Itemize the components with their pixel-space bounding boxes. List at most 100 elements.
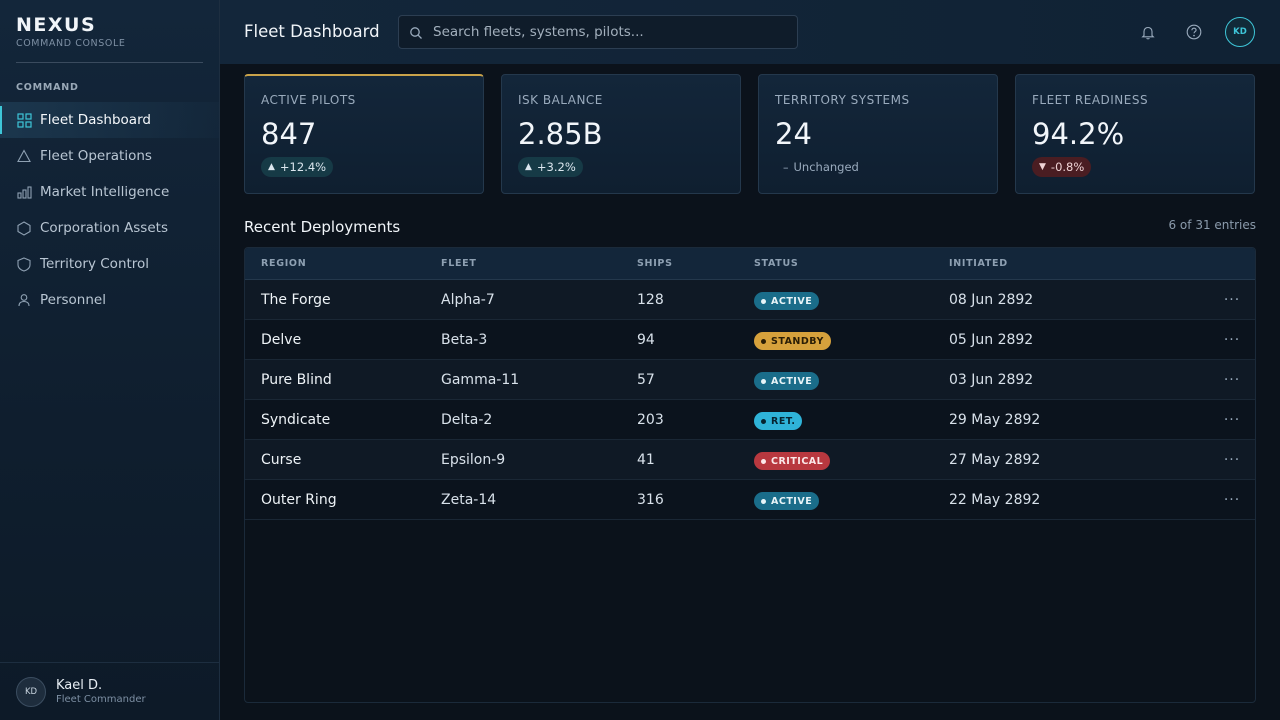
cell-fleet: Zeta-14 [441, 491, 497, 508]
cell-initiated: 05 Jun 2892 [949, 331, 1034, 348]
sidebar-item-fleet-dashboard[interactable]: Fleet Dashboard [0, 102, 219, 138]
cell-ships: 203 [637, 411, 664, 428]
stat-card-fleet-readiness: FLEET READINESS 94.2% ▼ -0.8% [1015, 74, 1255, 194]
status-badge: ACTIVE [754, 372, 820, 391]
table-row[interactable]: Curse Epsilon-9 41 CRITICAL 27 May 2892 … [245, 440, 1255, 480]
more-icon[interactable]: ··· [1209, 372, 1255, 388]
deployments-table: REGION FLEET SHIPS STATUS INITIATED The … [244, 247, 1256, 703]
table-row[interactable]: Delve Beta-3 94 STANDBY 05 Jun 2892 ··· [245, 320, 1255, 360]
stat-card-territory-systems: TERRITORY SYSTEMS 24 – Unchanged [758, 74, 998, 194]
more-icon[interactable]: ··· [1209, 452, 1255, 468]
stat-value: 94.2% [1032, 117, 1125, 151]
user-role: Fleet Commander [56, 694, 146, 705]
status-badge: CRITICAL [754, 452, 831, 471]
cell-status: STANDBY [754, 329, 949, 351]
more-icon[interactable]: ··· [1209, 292, 1255, 308]
user-profile[interactable]: KD Kael D. Fleet Commander [0, 662, 219, 720]
column-header-status[interactable]: STATUS [754, 258, 949, 269]
cell-ships: 128 [637, 291, 664, 308]
table-body: The Forge Alpha-7 128 ACTIVE 08 Jun 2892… [245, 280, 1255, 520]
cell-status: ACTIVE [754, 289, 949, 311]
bell-icon[interactable] [1138, 22, 1158, 42]
avatar: KD [16, 676, 46, 707]
stat-value: 24 [775, 117, 812, 151]
more-icon[interactable]: ··· [1209, 492, 1255, 508]
more-icon[interactable]: ··· [1209, 412, 1255, 428]
shield-icon [16, 256, 32, 272]
cell-status: ACTIVE [754, 489, 949, 511]
sidebar-item-market-intelligence[interactable]: Market Intelligence [0, 174, 219, 210]
cell-fleet: Alpha-7 [441, 291, 495, 308]
cell-region: Syndicate [261, 411, 331, 428]
cell-initiated: 29 May 2892 [949, 411, 1041, 428]
cell-ships: 316 [637, 491, 664, 508]
search-box[interactable] [398, 15, 798, 49]
nav-section-label: COMMAND [16, 82, 79, 93]
cell-fleet: Delta-2 [441, 411, 493, 428]
hexagon-icon [16, 220, 32, 236]
search-input[interactable] [433, 24, 797, 40]
sidebar-item-label: Territory Control [40, 256, 150, 272]
stat-card-isk-balance: ISK BALANCE 2.85B ▲ +3.2% [501, 74, 741, 194]
cell-region: Pure Blind [261, 371, 332, 388]
stat-label: ACTIVE PILOTS [261, 93, 356, 107]
stat-delta-value: +3.2% [536, 160, 576, 174]
sidebar-item-label: Market Intelligence [40, 184, 170, 200]
sidebar-item-label: Personnel [40, 292, 106, 308]
status-badge: RET. [754, 412, 803, 431]
bar-chart-icon [16, 184, 32, 200]
search-icon [409, 25, 423, 39]
stat-label: ISK BALANCE [518, 93, 603, 107]
sidebar: NEXUS COMMAND CONSOLE COMMAND Fleet Dash… [0, 0, 220, 720]
sidebar-item-fleet-operations[interactable]: Fleet Operations [0, 138, 219, 174]
cell-status: CRITICAL [754, 449, 949, 471]
entries-count: 6 of 31 entries [1168, 218, 1256, 232]
user-name: Kael D. [56, 678, 103, 693]
cell-ships: 94 [637, 331, 655, 348]
cell-initiated: 22 May 2892 [949, 491, 1041, 508]
sidebar-item-label: Corporation Assets [40, 220, 168, 236]
stat-value: 847 [261, 117, 317, 151]
cell-fleet: Gamma-11 [441, 371, 520, 388]
cell-ships: 41 [637, 451, 655, 468]
cell-status: RET. [754, 409, 949, 431]
triangle-icon [16, 148, 32, 164]
table-row[interactable]: Pure Blind Gamma-11 57 ACTIVE 03 Jun 289… [245, 360, 1255, 400]
cell-initiated: 27 May 2892 [949, 451, 1041, 468]
table-header: REGION FLEET SHIPS STATUS INITIATED [245, 248, 1255, 280]
cell-initiated: 08 Jun 2892 [949, 291, 1034, 308]
help-icon[interactable] [1184, 22, 1204, 42]
column-header-region[interactable]: REGION [245, 258, 441, 269]
table-row[interactable]: The Forge Alpha-7 128 ACTIVE 08 Jun 2892… [245, 280, 1255, 320]
person-icon [16, 292, 32, 308]
stat-delta-value: -0.8% [1050, 160, 1085, 174]
table-row[interactable]: Outer Ring Zeta-14 316 ACTIVE 22 May 289… [245, 480, 1255, 520]
header-avatar[interactable]: KD [1225, 17, 1255, 47]
column-header-fleet[interactable]: FLEET [441, 258, 637, 269]
cell-status: ACTIVE [754, 369, 949, 391]
arrow-up-icon: ▲ [525, 162, 532, 172]
cell-initiated: 03 Jun 2892 [949, 371, 1034, 388]
stat-label: TERRITORY SYSTEMS [775, 93, 910, 107]
stat-delta: – Unchanged [775, 157, 866, 177]
stat-delta-value: +12.4% [279, 160, 327, 174]
column-header-ships[interactable]: SHIPS [637, 258, 754, 269]
sidebar-item-territory-control[interactable]: Territory Control [0, 246, 219, 282]
stat-label: FLEET READINESS [1032, 93, 1149, 107]
sidebar-item-corporation-assets[interactable]: Corporation Assets [0, 210, 219, 246]
cell-ships: 57 [637, 371, 655, 388]
sidebar-item-personnel[interactable]: Personnel [0, 282, 219, 318]
table-row[interactable]: Syndicate Delta-2 203 RET. 29 May 2892 ·… [245, 400, 1255, 440]
stat-value: 2.85B [518, 117, 603, 151]
stat-delta-value: Unchanged [793, 160, 859, 174]
page-title: Fleet Dashboard [244, 22, 380, 41]
arrow-down-icon: ▼ [1039, 162, 1046, 172]
more-icon[interactable]: ··· [1209, 332, 1255, 348]
status-badge: STANDBY [754, 332, 831, 351]
brand[interactable]: NEXUS COMMAND CONSOLE [16, 14, 125, 49]
cell-fleet: Beta-3 [441, 331, 488, 348]
column-header-initiated[interactable]: INITIATED [949, 258, 1209, 269]
sidebar-nav: Fleet Dashboard Fleet Operations Market … [0, 102, 219, 318]
sidebar-item-label: Fleet Operations [40, 148, 152, 164]
cell-fleet: Epsilon-9 [441, 451, 506, 468]
